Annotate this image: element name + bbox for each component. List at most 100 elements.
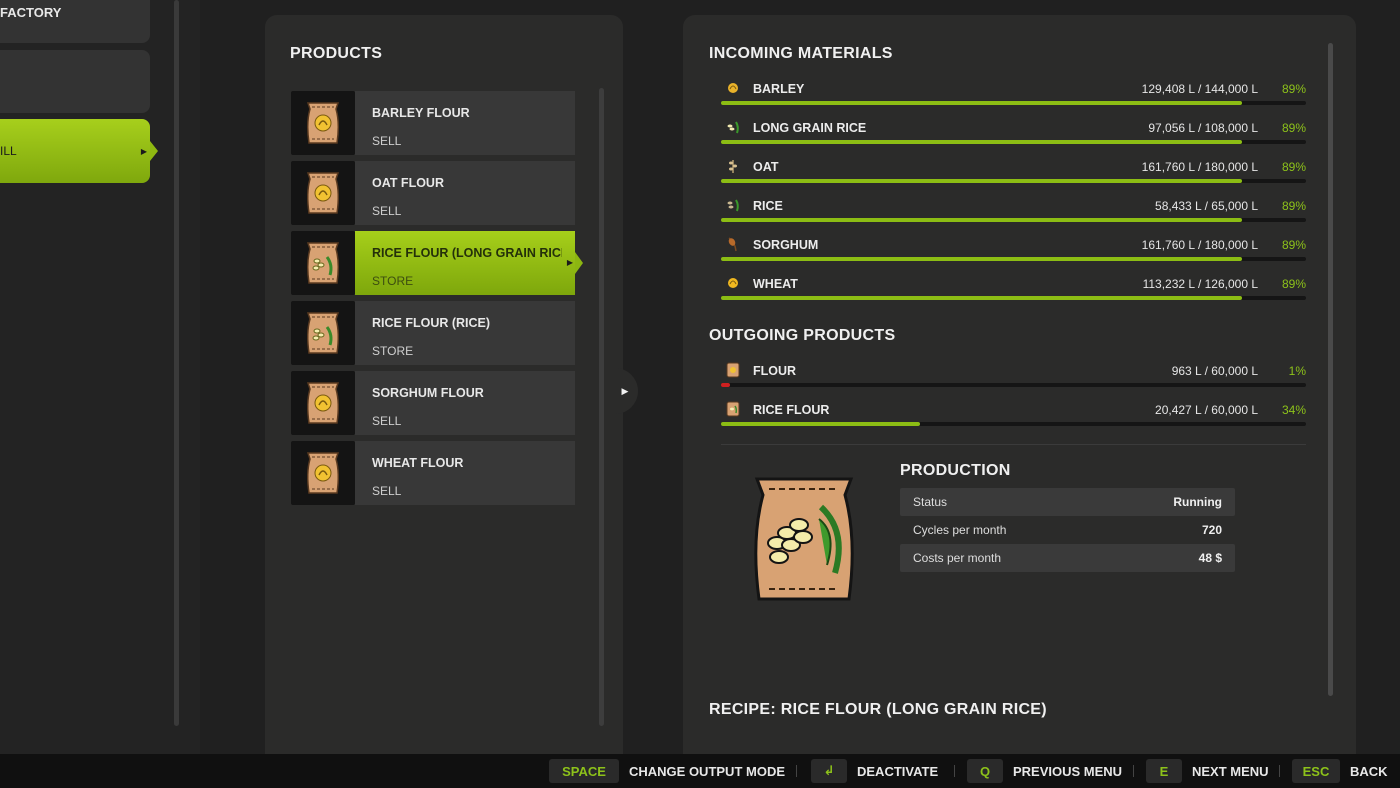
product-item-sorghum-flour[interactable]: SORGHUM FLOUR SELL (291, 371, 575, 435)
hint-label: PREVIOUS MENU (1013, 763, 1123, 779)
production-row-costs: Costs per month 48 $ (900, 544, 1235, 572)
production-row-status: Status Running (900, 488, 1235, 516)
production-row-cycles: Cycles per month 720 (900, 516, 1235, 544)
material-row-long-grain-rice: LONG GRAIN RICE 97,056 L / 108,000 L 89% (721, 116, 1306, 155)
hint-deactivate[interactable]: ↲ DEACTIVATE (811, 759, 938, 783)
production-value: 720 (1201, 523, 1222, 537)
sidebar-item-mill[interactable]: ILL ▶ (0, 119, 158, 183)
oat-icon (724, 157, 742, 175)
sidebar-item-factory[interactable]: FACTORY (0, 0, 150, 43)
fill-level-bar (721, 179, 1306, 183)
details-panel: INCOMING MATERIALS BARLEY 129,408 L / 14… (683, 15, 1356, 754)
output-row-flour: FLOUR 963 L / 60,000 L 1% (721, 359, 1306, 398)
product-item-oat-flour[interactable]: OAT FLOUR SELL (291, 161, 575, 225)
recipe-title: RECIPE: RICE FLOUR (LONG GRAIN RICE) (709, 701, 1047, 718)
rice-icon (724, 196, 742, 214)
product-name: OAT FLOUR (372, 176, 444, 190)
grain-sack-icon (306, 102, 340, 144)
material-amount: 161,760 L / 180,000 L (1141, 160, 1258, 174)
material-name: BARLEY (753, 82, 805, 96)
product-thumbnail (291, 161, 355, 225)
sidebar-item-label: ILL (0, 144, 17, 158)
incoming-materials-title: INCOMING MATERIALS (709, 45, 893, 62)
key-e: E (1146, 759, 1182, 783)
grain-sack-icon (306, 172, 340, 214)
input-hint-bar: SPACE CHANGE OUTPUT MODE ↲ DEACTIVATE Q … (0, 754, 1400, 788)
product-item-rice-flour-rice[interactable]: RICE FLOUR (RICE) STORE (291, 301, 575, 365)
sidebar-item-blank[interactable] (0, 50, 150, 113)
material-name: RICE (753, 199, 783, 213)
product-item-rice-flour-long-grain[interactable]: RICE FLOUR (LONG GRAIN RICE) STORE ▶ (291, 231, 583, 295)
product-name: BARLEY FLOUR (372, 106, 470, 120)
key-space: SPACE (549, 759, 619, 783)
products-panel: PRODUCTS BARLEY FLOUR SELL OAT FLOUR SEL… (265, 15, 623, 754)
hint-separator (954, 765, 955, 777)
enter-key-icon: ↲ (811, 759, 847, 783)
play-icon: ▶ (140, 146, 147, 156)
sidebar: FACTORY ILL ▶ (0, 0, 200, 754)
sidebar-scrollbar[interactable] (174, 0, 179, 726)
material-row-rice: RICE 58,433 L / 65,000 L 89% (721, 194, 1306, 233)
material-amount: 58,433 L / 65,000 L (1155, 199, 1258, 213)
production-key: Status (913, 495, 948, 509)
products-scrollbar[interactable] (599, 88, 604, 726)
product-body: SORGHUM FLOUR SELL (355, 371, 575, 435)
product-mode: SELL (372, 414, 402, 428)
product-name: SORGHUM FLOUR (372, 386, 484, 400)
product-mode: STORE (372, 274, 414, 288)
material-percent: 89% (1281, 199, 1306, 213)
panel-expand-icon[interactable]: ▶ (612, 368, 638, 414)
incoming-materials-list: BARLEY 129,408 L / 144,000 L 89% LONG GR… (721, 77, 1306, 311)
hint-previous-menu[interactable]: Q PREVIOUS MENU (967, 759, 1122, 783)
products-title: PRODUCTS (290, 45, 383, 62)
product-thumbnail (291, 301, 355, 365)
rice-flour-icon (724, 400, 742, 418)
production-value: 48 $ (1198, 551, 1222, 565)
fill-level-bar (721, 140, 1306, 144)
product-thumbnail (291, 441, 355, 505)
product-body: RICE FLOUR (RICE) STORE (355, 301, 575, 365)
fill-level (721, 140, 1242, 144)
hint-change-output-mode[interactable]: SPACE CHANGE OUTPUT MODE (549, 759, 785, 783)
sidebar-item-label: FACTORY (0, 5, 62, 20)
details-scrollbar[interactable] (1328, 43, 1333, 696)
hint-back[interactable]: ESC BACK (1292, 759, 1388, 783)
material-amount: 129,408 L / 144,000 L (1141, 82, 1258, 96)
output-amount: 963 L / 60,000 L (1171, 364, 1258, 378)
output-amount: 20,427 L / 60,000 L (1155, 403, 1258, 417)
material-name: WHEAT (753, 277, 798, 291)
product-body: RICE FLOUR (LONG GRAIN RICE) STORE ▶ (355, 231, 583, 295)
selection-arrow-icon (575, 252, 583, 274)
product-name: RICE FLOUR (RICE) (372, 316, 491, 330)
hint-label: NEXT MENU (1192, 763, 1269, 779)
material-name: SORGHUM (753, 238, 819, 252)
product-mode: SELL (372, 204, 402, 218)
hint-separator (1133, 765, 1134, 777)
fill-level (721, 383, 730, 387)
product-mode: SELL (372, 134, 402, 148)
material-name: OAT (753, 160, 779, 174)
hint-next-menu[interactable]: E NEXT MENU (1146, 759, 1269, 783)
section-divider (721, 444, 1306, 445)
rice-flour-sack-icon (754, 477, 854, 601)
barley-icon (724, 79, 742, 97)
output-name: RICE FLOUR (753, 403, 830, 417)
fill-level (721, 179, 1242, 183)
grain-sack-icon (306, 452, 340, 494)
product-mode: SELL (372, 484, 402, 498)
product-item-barley-flour[interactable]: BARLEY FLOUR SELL (291, 91, 575, 155)
selection-arrow-icon (150, 141, 158, 161)
material-amount: 97,056 L / 108,000 L (1148, 121, 1258, 135)
long-grain-rice-icon (724, 118, 742, 136)
product-thumbnail (291, 371, 355, 435)
grain-sack-icon (306, 382, 340, 424)
product-item-wheat-flour[interactable]: WHEAT FLOUR SELL (291, 441, 575, 505)
material-percent: 89% (1281, 277, 1306, 291)
outgoing-products-list: FLOUR 963 L / 60,000 L 1% RICE FLOUR 20,… (721, 359, 1306, 437)
production-title: PRODUCTION (900, 462, 1011, 479)
product-body: WHEAT FLOUR SELL (355, 441, 575, 505)
key-q: Q (967, 759, 1003, 783)
product-name: RICE FLOUR (LONG GRAIN RICE) (372, 246, 562, 260)
material-amount: 161,760 L / 180,000 L (1141, 238, 1258, 252)
fill-level-bar (721, 257, 1306, 261)
